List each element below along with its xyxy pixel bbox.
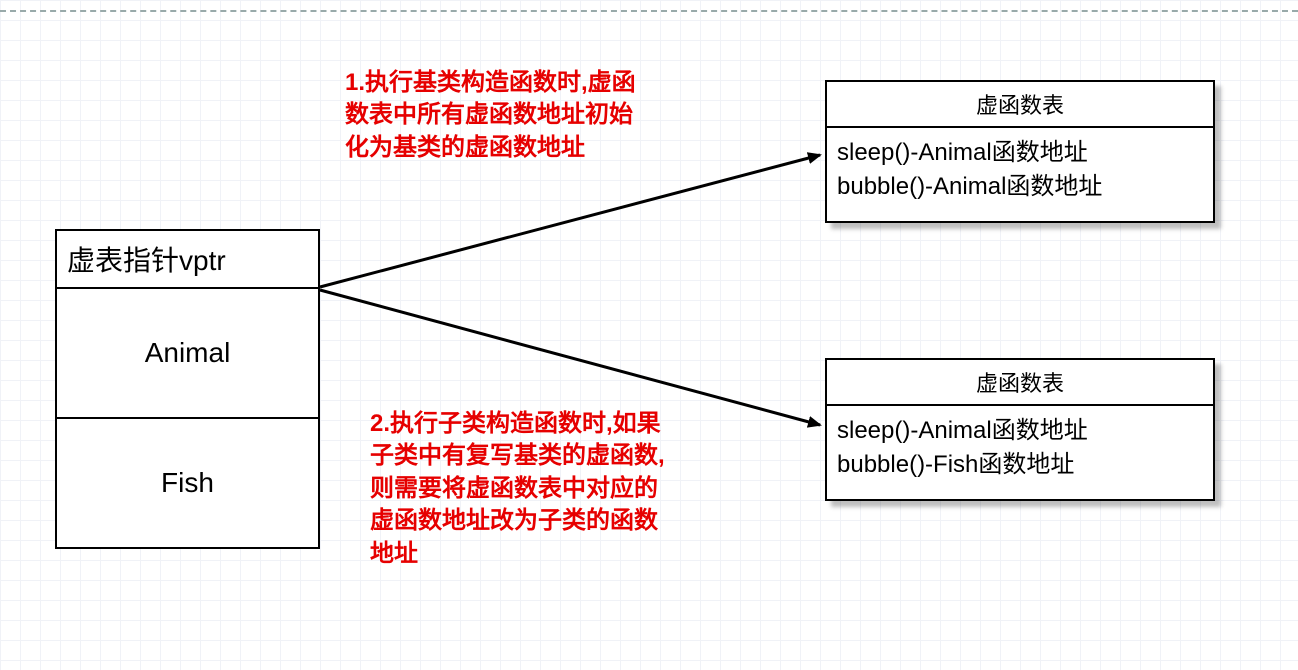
arrow-to-derived-vtable bbox=[320, 290, 820, 425]
arrow-to-base-vtable bbox=[320, 155, 820, 287]
vtable-derived: 虚函数表 sleep()-Animal函数地址 bubble()-Fish函数地… bbox=[825, 358, 1215, 501]
fish-cell: Fish bbox=[55, 419, 320, 549]
vtable-derived-entry-bubble: bubble()-Fish函数地址 bbox=[837, 448, 1203, 482]
vtable-derived-title: 虚函数表 bbox=[827, 360, 1213, 406]
animal-cell: Animal bbox=[55, 289, 320, 419]
vtable-base-body: sleep()-Animal函数地址 bubble()-Animal函数地址 bbox=[827, 128, 1213, 221]
annotation-derived-constructor: 2.执行子类构造函数时,如果 子类中有复写基类的虚函数, 则需要将虚函数表中对应… bbox=[370, 408, 700, 570]
vtable-base-entry-sleep: sleep()-Animal函数地址 bbox=[837, 136, 1203, 170]
vptr-header-cell: 虚表指针vptr bbox=[55, 229, 320, 289]
vptr-header-text: 虚表指针vptr bbox=[67, 239, 226, 279]
object-layout-box: 虚表指针vptr Animal Fish bbox=[55, 229, 320, 549]
vtable-base: 虚函数表 sleep()-Animal函数地址 bubble()-Animal函… bbox=[825, 80, 1215, 223]
vtable-base-title: 虚函数表 bbox=[827, 82, 1213, 128]
animal-cell-text: Animal bbox=[145, 337, 231, 369]
vtable-derived-entry-sleep: sleep()-Animal函数地址 bbox=[837, 414, 1203, 448]
vtable-base-entry-bubble: bubble()-Animal函数地址 bbox=[837, 170, 1203, 204]
vtable-derived-body: sleep()-Animal函数地址 bubble()-Fish函数地址 bbox=[827, 406, 1213, 499]
fish-cell-text: Fish bbox=[161, 467, 214, 499]
page-divider bbox=[0, 10, 1298, 12]
annotation-base-constructor: 1.执行基类构造函数时,虚函 数表中所有虚函数地址初始 化为基类的虚函数地址 bbox=[345, 67, 675, 164]
